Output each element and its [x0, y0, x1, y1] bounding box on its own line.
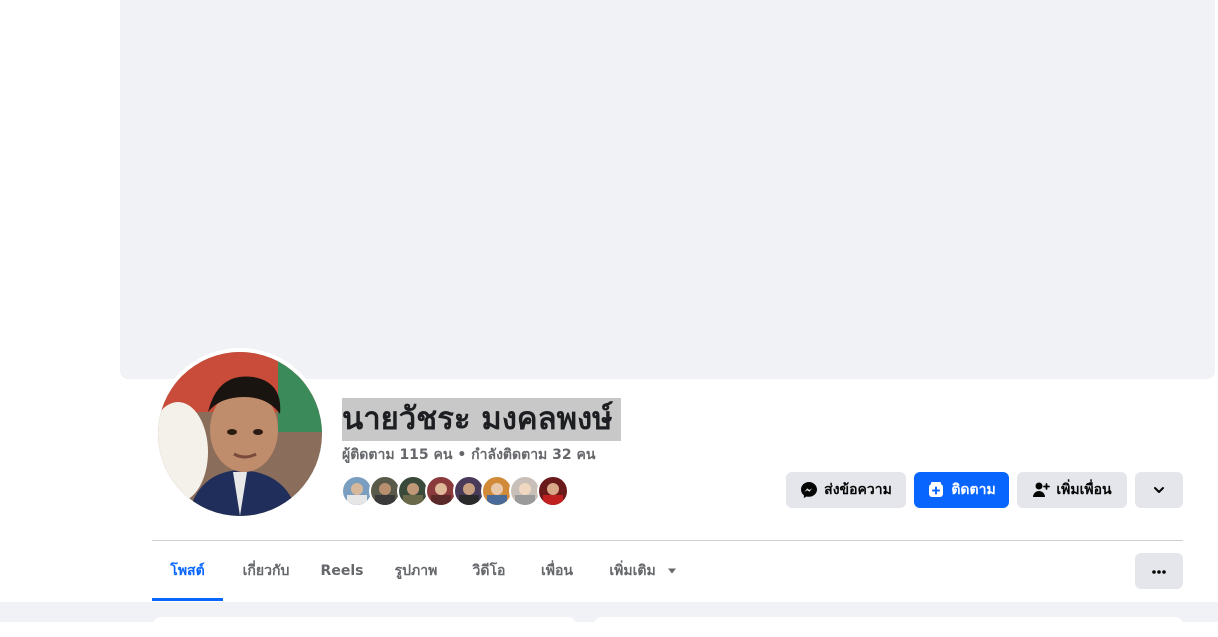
tab-about-label: เกี่ยวกับ — [242, 563, 290, 579]
follow-icon — [927, 481, 945, 499]
posts-card — [594, 617, 1183, 637]
active-tab-indicator — [152, 598, 223, 601]
tab-photos-label: รูปภาพ — [394, 563, 438, 579]
tab-more-label: เพิ่มเติม — [609, 563, 656, 579]
message-label: ส่งข้อความ — [824, 482, 892, 498]
follow-stats[interactable]: ผู้ติดตาม 115 คน • กำลังติดตาม 32 คน — [342, 446, 595, 464]
follow-button[interactable]: ติดตาม — [914, 472, 1009, 508]
tab-about[interactable]: เกี่ยวกับ — [232, 553, 300, 589]
avatar[interactable] — [158, 352, 322, 516]
intro-card — [153, 617, 576, 637]
tab-more[interactable]: เพิ่มเติม — [602, 553, 684, 589]
profile-options-dropdown[interactable] — [1135, 472, 1183, 508]
tab-reels[interactable]: Reels — [314, 553, 370, 589]
profile-name: นายวัชระ มงคลพงษ์ — [342, 398, 621, 441]
chevron-down-icon — [1150, 481, 1168, 499]
tab-videos-label: วิดีโอ — [472, 563, 506, 579]
tab-friends-label: เพื่อน — [541, 563, 573, 579]
caret-down-icon — [667, 553, 677, 589]
add-friend-icon — [1032, 481, 1051, 499]
message-button[interactable]: ส่งข้อความ — [786, 472, 906, 508]
add-friend-button[interactable]: เพิ่มเพื่อน — [1017, 472, 1127, 508]
friend-avatar[interactable] — [537, 475, 569, 507]
follow-label: ติดตาม — [951, 482, 996, 498]
cover-photo — [120, 0, 1215, 379]
tab-videos[interactable]: วิดีโอ — [464, 553, 514, 589]
tab-posts-label: โพสต์ — [170, 563, 205, 579]
divider — [152, 540, 1183, 541]
tab-photos[interactable]: รูปภาพ — [382, 553, 450, 589]
more-options-button[interactable] — [1135, 553, 1183, 589]
tab-reels-label: Reels — [320, 563, 364, 579]
ellipsis-icon — [1151, 562, 1167, 580]
add-friend-label: เพิ่มเพื่อน — [1056, 482, 1112, 498]
tab-posts[interactable]: โพสต์ — [152, 553, 223, 589]
profile-picture[interactable] — [154, 348, 326, 520]
messenger-icon — [800, 481, 818, 499]
tab-friends[interactable]: เพื่อน — [532, 553, 582, 589]
